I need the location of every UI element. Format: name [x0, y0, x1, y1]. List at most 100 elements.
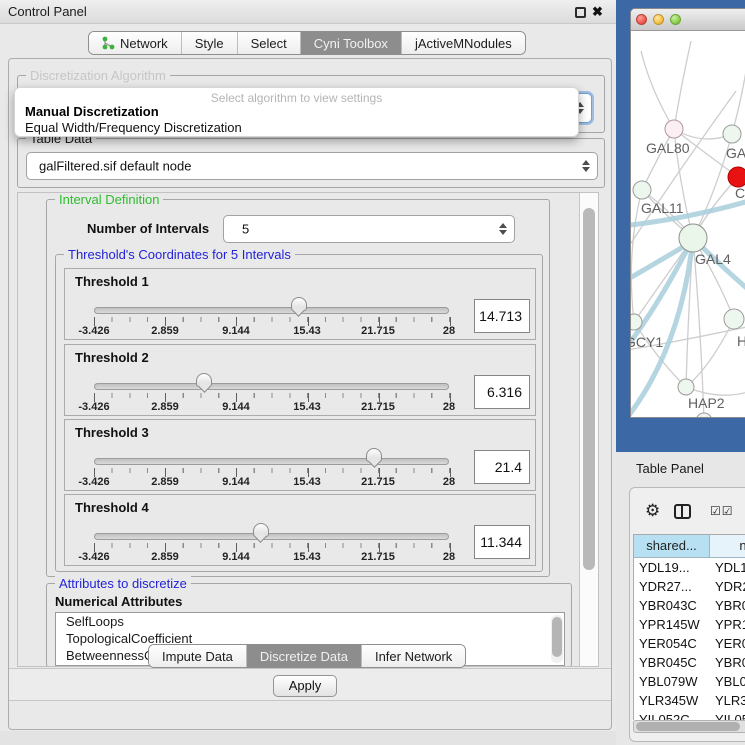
select-columns-icon[interactable]: ☑☑	[710, 504, 734, 518]
dropdown-option-equal-width-frequency[interactable]: Equal Width/Frequency Discretization	[25, 120, 242, 135]
network-node[interactable]	[631, 314, 642, 330]
network-edge[interactable]	[732, 71, 745, 134]
table-row[interactable]: YDR27...YDR27...	[634, 577, 745, 596]
float-window-icon[interactable]	[575, 7, 586, 18]
column-split-icon[interactable]	[674, 504, 691, 519]
gear-icon[interactable]: ⚙	[645, 502, 660, 519]
table-row[interactable]: YBL079WYBL079W	[634, 672, 745, 691]
numerical-attributes-label: Numerical Attributes	[55, 594, 182, 609]
table-row[interactable]: YBR045CYBR045C	[634, 653, 745, 672]
network-node[interactable]	[633, 181, 651, 199]
threshold-slider-track[interactable]	[94, 383, 449, 390]
threshold-slider-handle[interactable]	[253, 523, 269, 545]
list-item-selfloops[interactable]: SelfLoops	[56, 613, 564, 630]
cell: YBR043C	[710, 596, 745, 615]
table-data-combobox[interactable]: galFiltered.sif default node	[26, 152, 598, 180]
horizontal-scrollbar[interactable]	[633, 720, 745, 733]
network-node[interactable]	[724, 309, 744, 329]
apply-button[interactable]: Apply	[273, 675, 337, 697]
threshold-slider-track[interactable]	[94, 307, 449, 314]
network-edge[interactable]	[634, 322, 686, 387]
column-header-name[interactable]: n	[710, 535, 745, 558]
tick-label: 2.859	[151, 401, 179, 413]
panel-title: Control Panel	[8, 4, 87, 19]
tick-label: 21.715	[361, 325, 395, 337]
network-node[interactable]	[679, 224, 707, 252]
tab-style[interactable]: Style	[182, 32, 238, 54]
network-node[interactable]	[696, 413, 712, 418]
threshold-slider-handle[interactable]	[366, 448, 382, 470]
threshold-value-field[interactable]: 21.4	[474, 450, 530, 484]
table-panel-inset: ⚙ ☑☑ shared... n YDL19...YDL19... YDR27.…	[629, 487, 745, 742]
threshold-slider-track[interactable]	[94, 533, 449, 540]
network-canvas[interactable]: GAL80GACGAL11GAL4GCY1HHAP2	[631, 31, 745, 418]
threshold-slider-handle[interactable]	[196, 373, 212, 395]
column-header-shared-name[interactable]: shared...	[634, 535, 710, 558]
tab-select[interactable]: Select	[238, 32, 301, 54]
network-node[interactable]	[678, 379, 694, 395]
zoom-traffic-light[interactable]	[670, 14, 681, 25]
cell: YBR045C	[634, 653, 710, 672]
settings-scroll-viewport: Interval Definition Number of Intervals …	[17, 192, 599, 667]
tick-label: 2.859	[151, 325, 179, 337]
screenshot-root: Control Panel ✖ Network Style Select Cyn…	[0, 0, 745, 745]
tab-label: Network	[120, 36, 168, 51]
tab-infer-network[interactable]: Infer Network	[362, 645, 465, 667]
dropdown-option-manual-discretization[interactable]: Manual Discretization	[25, 104, 159, 119]
cell: YBL079W	[634, 672, 710, 691]
group-title: Interval Definition	[55, 192, 163, 207]
table-row[interactable]: YER054CYER054C	[634, 634, 745, 653]
group-title: Threshold's Coordinates for 5 Intervals	[64, 247, 295, 262]
tab-impute-data[interactable]: Impute Data	[149, 645, 247, 667]
minimize-traffic-light[interactable]	[653, 14, 664, 25]
control-panel-header: Control Panel ✖	[0, 0, 616, 24]
threshold-4-box: Threshold 4 -3.426 2.859 9.144 15.43 21.…	[64, 494, 536, 566]
tab-cyni-toolbox[interactable]: Cyni Toolbox	[301, 32, 402, 54]
threshold-value-field[interactable]: 11.344	[474, 525, 530, 559]
close-traffic-light[interactable]	[636, 14, 647, 25]
network-edge[interactable]	[674, 41, 691, 129]
network-edge[interactable]	[641, 51, 674, 129]
network-edge[interactable]	[686, 319, 734, 387]
table-row[interactable]: YIL052CYIL052C	[634, 710, 745, 720]
network-edge[interactable]	[642, 129, 674, 190]
network-node[interactable]	[665, 120, 683, 138]
network-node[interactable]	[723, 125, 741, 143]
tab-jactivemnodules[interactable]: jActiveMNodules	[402, 32, 525, 54]
cell: YDL19...	[710, 558, 745, 577]
threshold-label: Threshold 3	[75, 425, 149, 440]
tab-discretize-data[interactable]: Discretize Data	[247, 645, 362, 667]
table-row[interactable]: YLR345WYLR345W	[634, 691, 745, 710]
tab-label: Cyni Toolbox	[314, 36, 388, 51]
tick-label: 21.715	[361, 551, 395, 563]
interval-definition-group: Interval Definition Number of Intervals …	[46, 199, 550, 577]
threshold-label: Threshold 2	[75, 350, 149, 365]
threshold-value-field[interactable]: 14.713	[474, 299, 530, 333]
tick-label: 15.43	[293, 401, 321, 413]
threshold-value-field[interactable]: 6.316	[474, 375, 530, 409]
network-window-titlebar[interactable]	[631, 9, 745, 31]
close-icon[interactable]: ✖	[592, 4, 603, 20]
number-of-intervals-combobox[interactable]: 5	[223, 215, 515, 243]
list-scrollbar[interactable]	[551, 615, 563, 663]
horizontal-scrollbar-thumb[interactable]	[636, 722, 740, 731]
table-row[interactable]: YPR145WYPR145W	[634, 615, 745, 634]
vertical-scrollbar[interactable]	[579, 193, 598, 666]
cell: YLR345W	[710, 691, 745, 710]
tab-label: jActiveMNodules	[415, 36, 512, 51]
tick-label: 28	[443, 401, 455, 413]
table-row[interactable]: YBR043CYBR043C	[634, 596, 745, 615]
network-edge[interactable]	[686, 387, 745, 395]
control-panel: Control Panel ✖ Network Style Select Cyn…	[0, 0, 616, 731]
tab-network[interactable]: Network	[89, 32, 182, 54]
threshold-slider-track[interactable]	[94, 458, 449, 465]
table-header-row: shared... n	[634, 535, 745, 558]
bottom-tab-bar: Impute Data Discretize Data Infer Networ…	[148, 644, 466, 668]
vertical-scrollbar-thumb[interactable]	[583, 208, 595, 570]
table-row[interactable]: YDL19...YDL19...	[634, 558, 745, 577]
threshold-slider-handle[interactable]	[291, 297, 307, 319]
network-node[interactable]	[728, 167, 745, 187]
cell: YBL079W	[710, 672, 745, 691]
table-panel: Table Panel ⚙ ☑☑ shared... n YDL19...YDL…	[616, 452, 745, 745]
tick-label: 15.43	[293, 551, 321, 563]
